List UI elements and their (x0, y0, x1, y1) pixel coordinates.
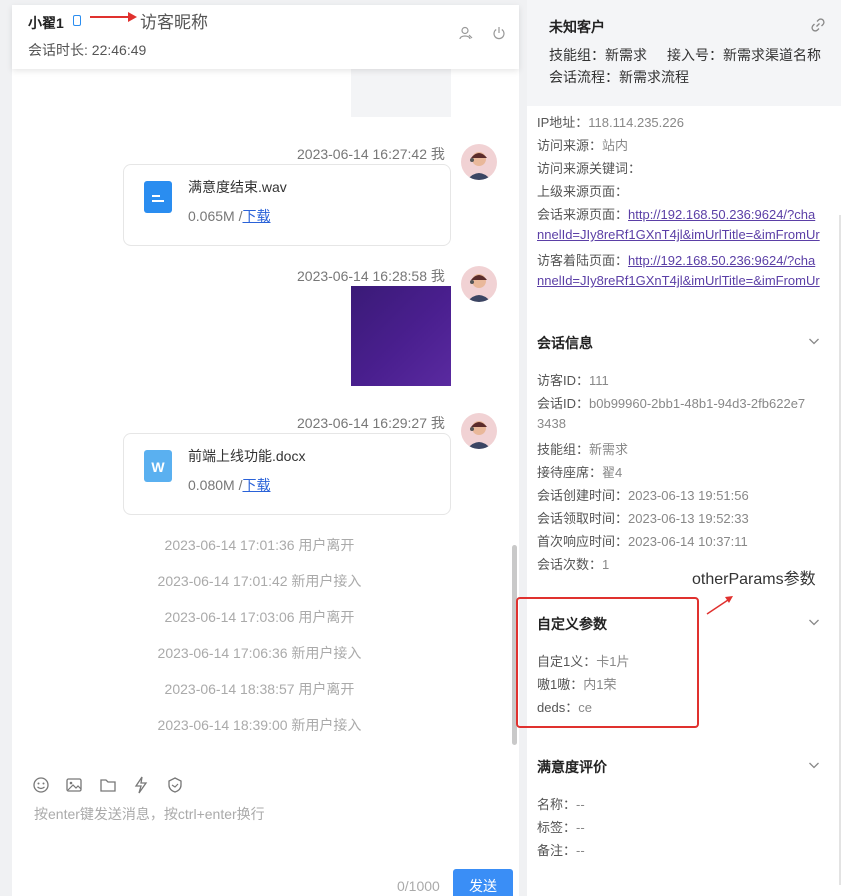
seat-row: 接待座席：翟4 (537, 465, 623, 480)
send-button[interactable]: 发送 (453, 869, 513, 896)
session-source-row: 会话来源页面：http://192.168.50.236:9624/?cha (537, 207, 816, 222)
message-input[interactable] (34, 804, 504, 854)
satisfaction-note-row: 备注：-- (537, 843, 585, 858)
system-event: 2023-06-14 18:39:00 新用户接入 (157, 717, 362, 733)
first-response-row: 首次响应时间：2023-06-14 10:37:11 (537, 534, 748, 549)
agent-avatar (461, 144, 497, 180)
chat-panel: 小翟1 访客昵称 会话时长: 22:46:49 2023-06-14 16:27… (12, 5, 519, 896)
message-timestamp: 2023-06-14 16:29:27 我 (297, 415, 445, 431)
satisfaction-title[interactable]: 满意度评价 (537, 757, 607, 777)
landing-row: 访客着陆页面：http://192.168.50.236:9624/?cha (537, 253, 816, 268)
folder-icon[interactable] (99, 776, 117, 794)
download-link[interactable]: 下载 (242, 477, 270, 493)
system-event: 2023-06-14 18:38:57 用户离开 (164, 681, 355, 697)
agent-avatar (461, 413, 497, 449)
session-duration: 会话时长: 22:46:49 (28, 42, 147, 58)
satisfaction-tag-row: 标签：-- (537, 820, 585, 835)
session-source-link[interactable]: http://192.168.50.236:9624/?cha (628, 207, 815, 222)
source-row: 访问来源：站内 (537, 138, 629, 153)
file-message-card[interactable]: W 前端上线功能.docx 0.080M /下载 (123, 433, 451, 515)
message-list[interactable]: 2023-06-14 16:27:42 我 满意度结束.wav 0.065M /… (12, 69, 519, 762)
customer-title: 未知客户 (549, 19, 605, 35)
lightning-icon[interactable] (132, 776, 150, 794)
system-event: 2023-06-14 17:03:06 用户离开 (164, 609, 355, 625)
input-toolbar (32, 776, 195, 794)
visitor-name: 小翟1 (28, 15, 64, 31)
file-name: 前端上线功能.docx (188, 448, 306, 464)
ip-row: IP地址：118.114.235.226 (537, 115, 684, 130)
message-input-area: 0/1000 发送 (12, 762, 519, 896)
chevron-down-icon[interactable] (808, 616, 820, 628)
landing-row-cont: nnelId=JIy8reRf1GXnT4jl&imUrlTitle=&imFr… (537, 273, 820, 288)
image-icon[interactable] (65, 776, 83, 794)
annotation-highlight-box (516, 597, 699, 728)
session-source-link-cont[interactable]: nnelId=JIy8reRf1GXnT4jl&imUrlTitle=&imFr… (537, 227, 820, 242)
landing-link-cont[interactable]: nnelId=JIy8reRf1GXnT4jl&imUrlTitle=&imFr… (537, 273, 820, 288)
svg-text:W: W (151, 459, 165, 475)
created-row: 会话创建时间：2023-06-13 19:51:56 (537, 488, 749, 503)
message-timestamp: 2023-06-14 16:27:42 我 (297, 146, 445, 162)
agent-avatar (461, 266, 497, 302)
image-message[interactable] (351, 286, 451, 386)
customer-summary: 未知客户 技能组：新需求 接入号：新需求渠道名称 会话流程：新需求流程 (527, 0, 841, 106)
chat-header: 小翟1 访客昵称 会话时长: 22:46:49 (12, 5, 519, 69)
skill-row: 技能组：新需求 (537, 442, 629, 457)
chevron-down-icon[interactable] (808, 759, 820, 771)
system-event: 2023-06-14 17:06:36 新用户接入 (157, 645, 362, 661)
file-message-card[interactable]: 满意度结束.wav 0.065M /下载 (123, 164, 451, 246)
power-end-icon[interactable] (492, 26, 506, 40)
emoji-icon[interactable] (32, 776, 50, 794)
system-event: 2023-06-14 17:01:36 用户离开 (164, 537, 355, 553)
session-info-title[interactable]: 会话信息 (537, 333, 593, 353)
link-icon[interactable] (810, 17, 826, 33)
chevron-down-icon[interactable] (808, 335, 820, 347)
file-size: 0.065M /下载 (188, 208, 271, 224)
annotation-other-params: otherParams参数 (692, 571, 816, 588)
session-id-row: 会话ID：b0b99960-2bb1-48b1-94d3-2fb622e7 (537, 396, 806, 411)
mobile-device-icon (73, 15, 81, 26)
landing-link[interactable]: http://192.168.50.236:9624/?cha (628, 253, 815, 268)
user-transfer-icon[interactable] (459, 26, 473, 40)
file-name: 满意度结束.wav (188, 179, 287, 195)
system-event: 2023-06-14 17:01:42 新用户接入 (157, 573, 362, 589)
access-no-line: 接入号：新需求渠道名称 (667, 47, 821, 63)
referrer-row: 上级来源页面： (537, 184, 629, 199)
satisfaction-name-row: 名称：-- (537, 797, 585, 812)
visitor-id-row: 访客ID：111 (537, 373, 609, 388)
shield-icon[interactable] (166, 776, 184, 794)
annotation-arrow-icon (706, 596, 733, 615)
session-count-row: 会话次数：1 (537, 557, 610, 572)
flow-line: 会话流程：新需求流程 (549, 69, 689, 85)
skill-group-line: 技能组：新需求 (549, 47, 647, 63)
audio-file-icon (144, 181, 172, 213)
session-id-row-cont: 3438 (537, 416, 566, 431)
claimed-row: 会话领取时间：2023-06-13 19:52:33 (537, 511, 749, 526)
image-message-partial[interactable] (351, 69, 451, 117)
keyword-row: 访问来源关键词： (537, 161, 642, 176)
session-source-row-cont: nnelId=JIy8reRf1GXnT4jl&imUrlTitle=&imFr… (537, 227, 820, 242)
char-count: 0/1000 (397, 878, 440, 894)
word-file-icon: W (144, 450, 172, 482)
download-link[interactable]: 下载 (242, 208, 270, 224)
customer-info-panel: 未知客户 技能组：新需求 接入号：新需求渠道名称 会话流程：新需求流程 IP地址… (527, 0, 841, 896)
file-size: 0.080M /下载 (188, 477, 271, 493)
annotation-arrow-icon (90, 12, 137, 22)
message-timestamp: 2023-06-14 16:28:58 我 (297, 268, 445, 284)
annotation-visitor-nickname: 访客昵称 (140, 13, 208, 32)
